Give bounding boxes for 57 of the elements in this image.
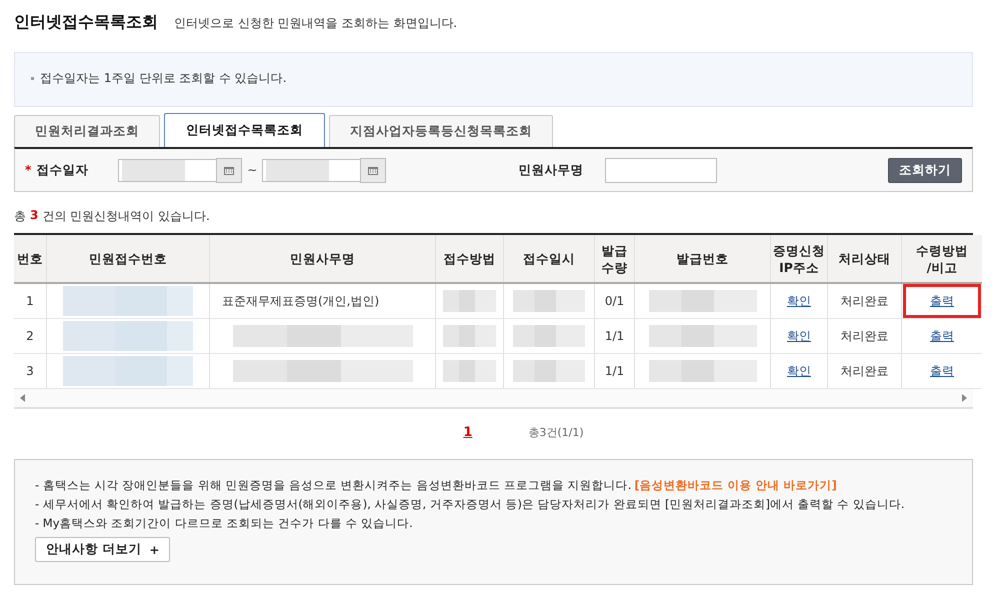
- table-cell: 1/1: [594, 318, 634, 354]
- date-field[interactable]: [262, 158, 360, 182]
- table-cell: 표준재무제표증명(개인,법인): [210, 283, 436, 318]
- required-mark: *: [25, 163, 32, 177]
- table-link[interactable]: 출력: [930, 364, 954, 378]
- column-header: 번호: [14, 235, 46, 283]
- column-header: 증명신청 IP주소: [770, 235, 828, 283]
- table-link[interactable]: 확인: [787, 294, 811, 308]
- search-button[interactable]: 조회하기: [888, 158, 962, 182]
- table-cell: 0/1: [594, 283, 634, 318]
- table-link[interactable]: 출력: [930, 328, 954, 342]
- column-header: 접수일시: [504, 235, 594, 283]
- column-header: 민원접수번호: [46, 235, 210, 283]
- date-separator: ~: [247, 163, 258, 177]
- result-count: 3: [30, 208, 38, 224]
- scroll-left-icon[interactable]: [20, 394, 25, 402]
- column-header: 처리상태: [828, 235, 902, 283]
- notice-text: - 세무서에서 확인하여 발급하는 증명(납세증명서(해외이주용), 사실증명, 거주자증명서 등)은 담당자처리가 완료되면 [민원처리결과조회]에서 출력할 수 있습니다.: [35, 497, 905, 511]
- redacted-block: [513, 325, 585, 347]
- column-header: 발급 수량: [594, 235, 634, 283]
- calendar-icon[interactable]: [216, 158, 242, 182]
- tab[interactable]: 인터넷접수목록조회: [164, 113, 325, 147]
- redacted-block: [513, 290, 585, 312]
- table-cell: 처리완료: [828, 283, 902, 318]
- table-link[interactable]: 확인: [787, 328, 811, 342]
- info-text: 접수일자는 1주일 단위로 조회할 수 있습니다.: [40, 70, 287, 87]
- summary-text: 총: [14, 208, 26, 225]
- redacted-block: [442, 290, 496, 312]
- redacted-block: [442, 360, 496, 382]
- column-header: 수령방법 /비고: [902, 235, 982, 283]
- page-title: 인터넷접수목록조회: [14, 12, 158, 33]
- table-link[interactable]: 출력: [930, 294, 954, 308]
- column-header: 발급번호: [634, 235, 770, 283]
- notice-text: - 홈택스는 시각 장애인분들을 위해 민원증명을 음성으로 변환시켜주는 음성변환바코드 프로그램을 지원합니다.: [35, 478, 632, 492]
- notice-text: - My홈택스와 조회기간이 다르므로 조회되는 건수가 다를 수 있습니다.: [35, 516, 413, 530]
- scroll-right-icon[interactable]: [962, 394, 967, 402]
- page-total: 총3건(1/1): [528, 424, 584, 440]
- tab[interactable]: 지점사업자등록등신청목록조회: [329, 115, 553, 147]
- table-link[interactable]: 확인: [787, 364, 811, 378]
- more-button[interactable]: 안내사항 더보기 +: [35, 537, 170, 562]
- redacted-block: [513, 360, 585, 382]
- tab[interactable]: 민원처리결과조회: [14, 115, 160, 147]
- calendar-icon[interactable]: [360, 158, 386, 182]
- input-field[interactable]: [605, 158, 718, 182]
- table-cell: 처리완료: [828, 318, 902, 354]
- column-header: 접수방법: [436, 235, 504, 283]
- field-label: 민원사무명: [518, 162, 584, 178]
- field-label: 접수일자: [36, 162, 88, 178]
- column-header: 민원사무명: [210, 235, 436, 283]
- table-cell: 2: [14, 318, 46, 354]
- bullet-icon: [31, 77, 34, 80]
- page-link[interactable]: 1: [463, 424, 472, 440]
- summary-text: 건의 민원신청내역이 있습니다.: [42, 208, 210, 225]
- date-field[interactable]: [118, 158, 216, 182]
- page-subtitle: 인터넷으로 신청한 민원내역을 조회하는 화면입니다.: [174, 15, 458, 32]
- redacted-block: [442, 325, 496, 347]
- table-cell: 1: [14, 283, 46, 318]
